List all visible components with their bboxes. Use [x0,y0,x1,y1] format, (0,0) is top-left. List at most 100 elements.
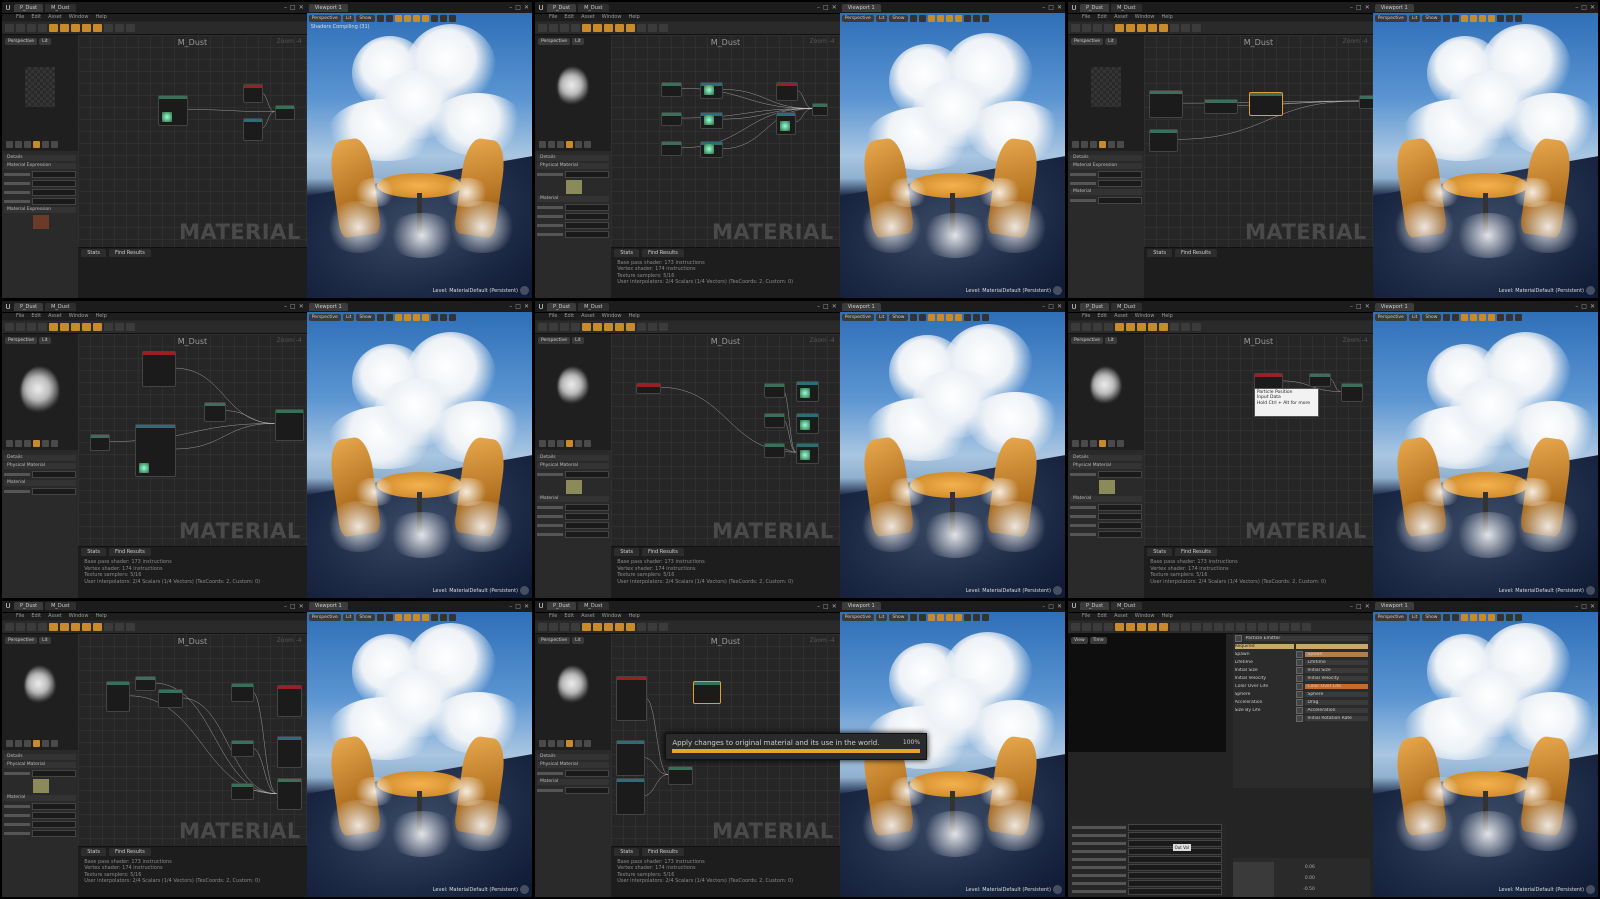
toolbar-button[interactable] [1115,622,1124,631]
module-row[interactable]: Lifetime Lifetime [1235,658,1368,666]
material-node[interactable] [764,442,785,458]
material-node[interactable] [135,423,177,477]
viewport-tool-icon[interactable] [909,15,917,22]
viewport-tool-icon[interactable] [421,613,429,621]
material-node[interactable] [89,434,110,452]
details-section-header[interactable]: Material [537,196,610,203]
preview-shape-icon[interactable] [584,440,591,448]
toolbar-button[interactable] [582,24,591,32]
preview-shape-icon[interactable] [1108,440,1115,448]
toolbar-button[interactable] [1137,622,1146,631]
material-node[interactable] [274,105,296,121]
preview-shape-icon[interactable] [584,739,591,747]
material-node[interactable] [775,111,797,135]
minimize-icon[interactable]: – [1575,4,1578,11]
preview-shape-icon[interactable] [42,140,49,148]
viewport-button[interactable]: Lit [342,613,355,621]
phys-material-swatch[interactable] [565,479,582,494]
menu-item[interactable]: Help [628,613,639,620]
toolbar-button[interactable] [5,622,14,631]
viewport-tool-icon[interactable] [448,15,456,22]
viewport-tool-icon[interactable] [412,15,420,22]
menu-item[interactable]: Asset [1114,14,1128,21]
preview-button[interactable]: Perspective [538,636,571,644]
material-node[interactable] [142,351,177,388]
preview-shape-icon[interactable] [539,440,546,448]
menu-item[interactable]: Window [1135,14,1155,21]
viewport-tool-icon[interactable] [430,314,438,322]
viewport-tool-icon[interactable] [954,15,962,22]
toolbar-button[interactable] [1258,622,1267,631]
material-node[interactable] [105,680,131,713]
viewport-tool-icon[interactable] [394,15,402,22]
toolbar-button[interactable] [1104,323,1113,332]
details-value-field[interactable] [31,198,77,206]
viewport-tool-icon[interactable] [1505,314,1513,322]
close-icon[interactable]: ✕ [1590,303,1595,310]
toolbar-button[interactable] [82,622,91,631]
editor-tab[interactable]: M_Dust [1111,302,1142,311]
toolbar-button[interactable] [126,622,135,631]
stats-tab[interactable]: Stats [1147,248,1172,257]
toolbar-button[interactable] [49,323,58,332]
module-row[interactable]: Initial Rotation Rate [1235,714,1368,722]
toolbar-button[interactable] [71,622,80,631]
viewport-button[interactable]: Perspective [841,314,874,322]
preview-shape-icon[interactable] [539,739,546,747]
toolbar-button[interactable] [1071,24,1080,32]
viewport-tab[interactable]: Viewport 1 [308,302,348,311]
editor-tab[interactable]: P_Dust [547,3,577,12]
details-section-header[interactable]: Physical Material [537,462,610,469]
maximize-icon[interactable]: □ [1356,303,1362,310]
details-value-field[interactable] [1097,171,1143,179]
preview-button[interactable]: Lit [572,337,584,345]
preview-shape-icon[interactable] [557,140,564,148]
toolbar-button[interactable] [1148,24,1157,32]
details-value-field[interactable] [31,171,77,179]
viewport-button[interactable]: Show [889,15,908,22]
preview-shape-icon[interactable] [575,739,582,747]
menu-item[interactable]: File [549,14,557,21]
menu-item[interactable]: File [1082,613,1090,620]
toolbar-button[interactable] [71,24,80,32]
stats-tab[interactable]: Stats [614,548,639,557]
material-node[interactable] [274,408,305,441]
stats-tab[interactable]: Stats [614,847,639,856]
level-viewport[interactable]: Viewport 1 – □ ✕ Perspective Lit Show Level: Ma… [1372,2,1598,299]
toolbar-button[interactable] [38,24,47,32]
menu-item[interactable]: Help [628,313,639,320]
viewport-tool-icon[interactable] [909,613,917,621]
viewport-tool-icon[interactable] [963,613,971,621]
toolbar-button[interactable] [1082,24,1091,32]
material-node[interactable] [277,684,302,717]
viewport-tab[interactable]: Viewport 1 [308,602,348,611]
toolbar-button[interactable] [38,622,47,631]
phys-material-swatch[interactable] [565,180,582,195]
viewport-tool-icon[interactable] [1451,613,1459,621]
material-node[interactable] [796,442,819,465]
minimize-icon[interactable]: – [1042,303,1045,310]
toolbar-button[interactable] [582,622,591,631]
close-icon[interactable]: ✕ [1057,303,1062,310]
menu-item[interactable]: Asset [581,14,595,21]
minimize-icon[interactable]: – [509,4,512,11]
preview-shape-icon[interactable] [557,440,564,448]
material-node[interactable] [1359,94,1373,110]
toolbar-button[interactable] [16,323,25,332]
toolbar-button[interactable] [560,323,569,332]
toolbar-button[interactable] [1115,24,1124,32]
preview-shape-icon[interactable] [24,739,31,747]
stats-tab[interactable]: Find Results [641,248,684,257]
details-section-header[interactable]: Material [537,495,610,502]
minimize-icon[interactable]: – [1350,4,1353,11]
material-node[interactable] [158,94,188,127]
stats-tab[interactable]: Stats [614,248,639,257]
details-value-field[interactable] [1097,197,1143,205]
toolbar-button[interactable] [1071,622,1080,631]
toolbar-button[interactable] [571,622,580,631]
toolbar-button[interactable] [593,622,602,631]
toolbar-button[interactable] [637,622,646,631]
close-icon[interactable]: ✕ [524,603,529,610]
details-section-header[interactable]: Material [1070,495,1143,502]
material-node[interactable] [615,676,648,721]
